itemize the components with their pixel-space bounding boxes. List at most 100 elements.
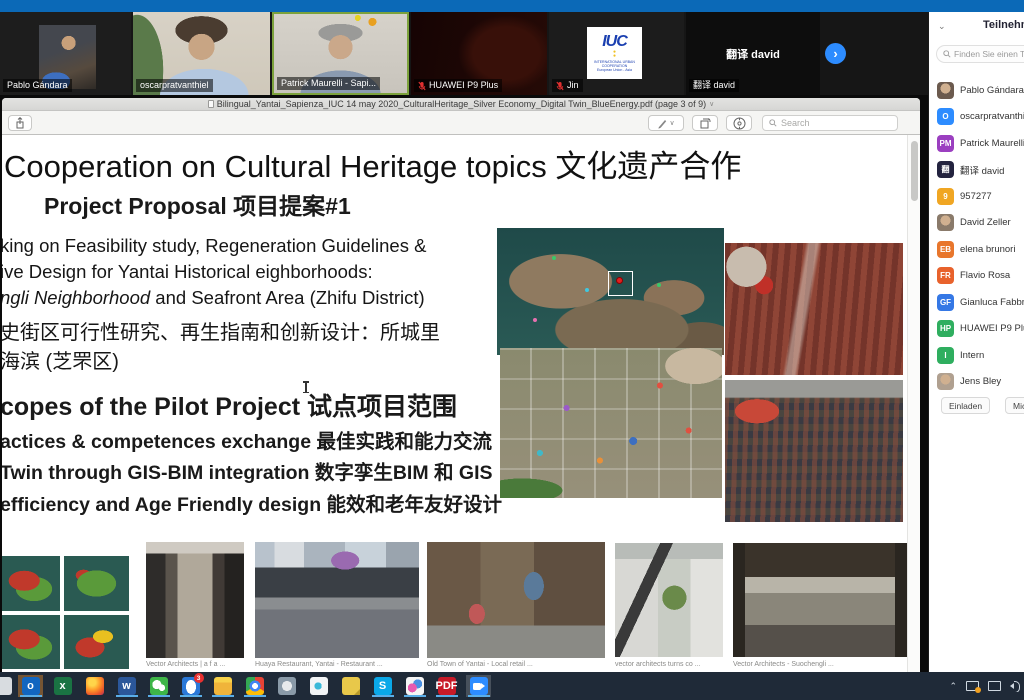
map-marker — [552, 256, 556, 260]
taskbar-icon-sticky-notes[interactable] — [338, 675, 363, 697]
tray-volume-icon[interactable] — [1010, 680, 1020, 692]
pdf-search-input[interactable]: Search — [762, 115, 898, 131]
pdf-window-title-bar[interactable]: Bilingual_Yantai_Sapienza_IUC 14 may 202… — [2, 98, 920, 111]
participant-name: David Zeller — [960, 217, 1011, 228]
participant-search-input[interactable]: Finden Sie einen Teiln — [936, 45, 1024, 63]
tray-app-notification-icon[interactable] — [966, 681, 979, 691]
map-pin-marker — [616, 277, 623, 284]
pdf-window-title: Bilingual_Yantai_Sapienza_IUC 14 may 202… — [217, 99, 706, 109]
participant-initials-avatar: I — [937, 347, 954, 364]
taskbar-icon-zoom[interactable] — [466, 675, 491, 697]
pen-chevron-icon[interactable]: ∨ — [669, 119, 674, 127]
taskbar-icon-firefox[interactable] — [82, 675, 107, 697]
next-participants-button[interactable]: › — [825, 43, 846, 64]
participant-photo-avatar — [937, 373, 954, 390]
participant-row[interactable]: GF Gianluca Fabbri — [937, 290, 1024, 314]
search-icon — [943, 50, 951, 58]
pdf-toolbar: ∨ — [2, 111, 920, 135]
participant-initials-avatar: EB — [937, 241, 954, 258]
share-button[interactable] — [8, 115, 32, 131]
participant-name: Jens Bley — [960, 376, 1001, 387]
map-marker — [585, 288, 589, 292]
partial-app-icon — [0, 677, 12, 695]
participant-initials-avatar: PM — [937, 135, 954, 152]
photo-modern-courtyard — [615, 543, 723, 657]
search-placeholder: Search — [781, 118, 810, 128]
excel-icon: x — [54, 677, 72, 695]
video-tile-6[interactable]: 翻译 david翻译 david — [686, 12, 820, 95]
taskbar-icon-wechat[interactable] — [146, 675, 171, 697]
participant-row[interactable]: Pablo Gándara — [937, 78, 1024, 102]
taskbar-icon-excel[interactable]: x — [50, 675, 75, 697]
paint-3d-icon — [406, 677, 424, 695]
slide-body-line: ngli Neighborhood and Seafront Area (Zhi… — [2, 287, 425, 309]
participant-initials-avatar: O — [937, 108, 954, 125]
video-tile-1[interactable]: Pablo Gándara — [0, 12, 131, 95]
photos-icon — [278, 677, 296, 695]
photo-caption: vector architects turns co ... — [615, 661, 701, 668]
photo-huaya-restaurant — [255, 542, 419, 658]
taskbar-icon-chrome[interactable] — [242, 675, 267, 697]
taskbar-icon-partial-app[interactable] — [0, 675, 15, 697]
participant-row[interactable]: 9957277 — [937, 184, 1024, 208]
participant-row[interactable]: David Zeller — [937, 211, 1024, 235]
participants-panel: ⌄ Teilnehmer Finden Sie einen Teiln Pabl… — [928, 12, 1024, 672]
slide-bullet: efficiency and Age Friendly design 能效和老年… — [2, 488, 502, 517]
participant-row[interactable]: FRFlavio Rosa — [937, 264, 1024, 288]
taskbar-icon-qq[interactable]: 3 — [178, 675, 203, 697]
participant-name: 957277 — [960, 191, 992, 202]
tray-expand-chevron-icon[interactable]: ⌃ — [949, 681, 957, 692]
video-tile-name-label: oscarpratvanthiel — [136, 79, 213, 92]
taskbar-icon-paint-3d[interactable] — [402, 675, 427, 697]
slide-body-line: ive Design for Yantai Historical eighbor… — [2, 261, 373, 283]
mute-me-button[interactable]: Mich — [1005, 397, 1024, 414]
zoom-meeting-screen: Pablo Gándara oscarpratvanthiel Patrick Ma… — [0, 0, 1024, 700]
masterplan-thumbnails — [2, 553, 132, 672]
collapse-chevron-icon[interactable]: ⌄ — [938, 21, 946, 32]
participant-row[interactable]: IIntern — [937, 343, 1024, 367]
document-icon — [208, 100, 214, 108]
highlight-pen-button[interactable]: ∨ — [648, 115, 684, 131]
participant-name: Gianluca Fabbri — [960, 297, 1024, 308]
participant-initials-avatar: 翻 — [937, 161, 954, 178]
invite-button[interactable]: Einladen — [941, 397, 990, 414]
title-chevron-icon[interactable]: ∨ — [709, 100, 714, 108]
participant-row[interactable]: Ooscarpratvanthiel — [937, 105, 1024, 129]
iuc-logo: IUC●●INTERNATIONAL URBAN COOPERATIONEuro… — [587, 27, 642, 79]
video-tile-4[interactable]: HUAWEI P9 Plus — [411, 12, 547, 95]
share-icon — [15, 117, 25, 129]
participant-initials-avatar: HP — [937, 320, 954, 337]
taskbar-icon-edge[interactable] — [306, 675, 331, 697]
rotate-button[interactable] — [692, 115, 718, 131]
satellite-detail-south — [725, 380, 903, 522]
search-icon — [769, 119, 777, 127]
taskbar-icon-word[interactable]: w — [114, 675, 139, 697]
participant-row[interactable]: Jens Bley — [937, 370, 1024, 394]
slide-title: Cooperation on Cultural Heritage topics … — [4, 141, 741, 186]
taskbar-icon-file-explorer[interactable] — [210, 675, 235, 697]
video-tile-3[interactable]: Patrick Maurelli - Sapi... — [272, 12, 409, 95]
satellite-detail-north — [725, 243, 903, 375]
video-tile-5[interactable]: IUC●●INTERNATIONAL URBAN COOPERATIONEuro… — [549, 12, 684, 95]
participant-row[interactable]: PMPatrick Maurelli — [937, 131, 1024, 155]
video-tile-2[interactable]: oscarpratvanthiel — [133, 12, 270, 95]
taskbar-icon-outlook[interactable]: o — [18, 675, 43, 697]
screen-share-top-bar — [0, 0, 1024, 12]
participant-row[interactable]: EBelena brunori — [937, 237, 1024, 261]
participant-row[interactable]: 翻翻译 david — [937, 158, 1024, 182]
tray-network-icon[interactable] — [988, 681, 1001, 691]
pdf-scrollbar[interactable] — [907, 135, 920, 672]
markup-toolbar-button[interactable] — [726, 115, 752, 131]
taskbar-icon-photos[interactable] — [274, 675, 299, 697]
sticky-notes-icon — [342, 677, 360, 695]
video-strip: Pablo Gándara oscarpratvanthiel Patrick Ma… — [0, 12, 928, 95]
yantai-overview-map — [497, 228, 724, 355]
taskbar-icon-skype[interactable]: S — [370, 675, 395, 697]
participant-row[interactable]: HPHUAWEI P9 Plus — [937, 317, 1024, 341]
pdf-reader-icon: PDF — [438, 677, 456, 695]
participant-initials-avatar: GF — [937, 294, 954, 311]
photo-caption: Vector Architects | a f a ... — [146, 661, 225, 668]
running-indicator — [404, 695, 426, 698]
taskbar-icon-pdf-reader[interactable]: PDF — [434, 675, 459, 697]
video-tile-name-label: Patrick Maurelli - Sapi... — [277, 77, 380, 90]
